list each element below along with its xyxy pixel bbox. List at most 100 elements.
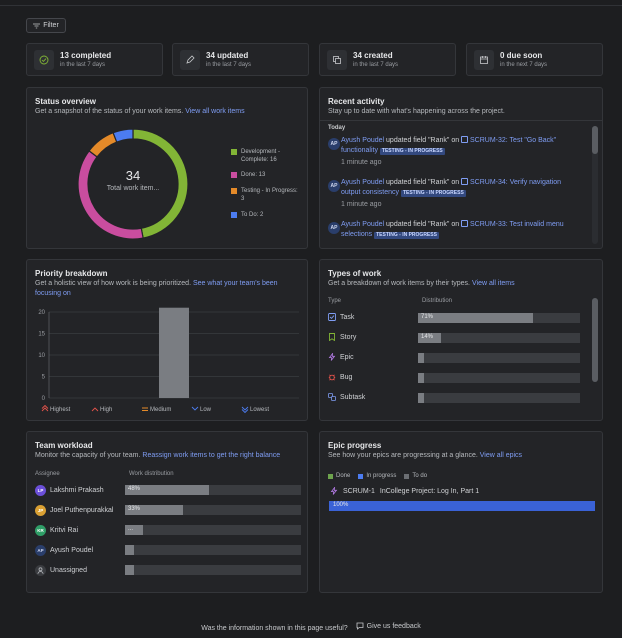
view-all-epics-link[interactable]: View all epics (480, 452, 522, 459)
donut-total-label: Total work item... (106, 185, 160, 192)
card-subtitle: See how your epics are progressing at a … (328, 452, 523, 459)
type-row-epic[interactable]: Epic (328, 353, 354, 361)
distribution-percent: 71% (421, 314, 434, 320)
card-title: Epic progress (328, 441, 382, 450)
y-tick-label: 10 (38, 353, 45, 359)
issue-type-icon (461, 178, 469, 185)
y-tick-label: 20 (38, 310, 45, 316)
priority-breakdown-card: Priority breakdown Get a holistic view o… (26, 259, 308, 421)
assignee-row[interactable]: Unassigned (35, 565, 87, 576)
pencil-icon (186, 54, 195, 64)
assignee-row[interactable]: KR Kritvi Rai (35, 525, 78, 536)
activity-text: Ayush Poudel updated field "Rank" on SCR… (341, 178, 562, 197)
scrollbar-thumb[interactable] (592, 126, 598, 154)
avatar: LP (35, 485, 46, 496)
feedback-icon (356, 622, 364, 630)
feedback-question: Was the information shown in this page u… (201, 625, 348, 632)
epic-legend: Done In progress To do (328, 473, 427, 479)
workload-bar: 33% (125, 505, 301, 515)
card-subtitle: Get a snapshot of the status of your wor… (35, 108, 245, 115)
distribution-bar-fill (418, 313, 534, 323)
epic-progress-card: Epic progress See how your epics are pro… (319, 431, 603, 593)
type-row-subtask[interactable]: Subtask (328, 393, 365, 401)
y-tick-label: 0 (42, 396, 46, 402)
card-title: Types of work (328, 269, 382, 278)
issue-type-icon (461, 136, 469, 143)
legend-swatch (231, 149, 237, 155)
legend-item: To do (404, 473, 427, 479)
type-row-bug[interactable]: Bug (328, 373, 352, 381)
issue-type-icon (461, 220, 469, 227)
donut-total-value: 34 (125, 168, 141, 183)
workload-bar: 48% (125, 485, 301, 495)
activity-scrollbar[interactable] (592, 126, 598, 244)
user-link[interactable]: Ayush Poudel (341, 221, 384, 228)
stat-title: 34 created (353, 51, 393, 60)
workload-bar-fill (125, 545, 134, 555)
card-title: Status overview (35, 97, 96, 106)
types-scrollbar[interactable] (592, 298, 598, 382)
priority-highest-icon (41, 404, 49, 412)
reassign-link[interactable]: Reassign work items to get the right bal… (142, 452, 280, 459)
card-subtitle: Get a holistic view of how work is being… (35, 280, 278, 297)
filter-label: Filter (43, 22, 59, 29)
assignee-row[interactable]: AP Ayush Poudel (35, 545, 93, 556)
status-badge: TESTING - IN PROGRESS (374, 232, 439, 239)
copy-icon (333, 55, 341, 64)
user-link[interactable]: Ayush Poudel (341, 137, 384, 144)
bug-icon (328, 374, 336, 381)
assignee-name: Kritvi Rai (50, 527, 79, 534)
status-badge: TESTING - IN PROGRESS (400, 190, 466, 197)
stat-updated[interactable]: 34 updated in the last 7 days (172, 43, 309, 76)
legend-swatch (328, 473, 333, 479)
assignee-row[interactable]: LP Lakshmi Prakash (35, 485, 104, 496)
stat-completed[interactable]: 13 completed in the last 7 days (26, 43, 163, 76)
story-icon (329, 333, 335, 341)
activity-time: 1 minute ago (341, 201, 382, 208)
legend-item: Development - Complete: 16 (231, 148, 301, 164)
assignee-row[interactable]: JP Joel Puthenpurakkal (35, 505, 113, 516)
type-row-task[interactable]: Task (328, 313, 354, 321)
recent-activity-card: Recent activity Stay up to date with wha… (319, 87, 603, 249)
avatar: AP (35, 545, 46, 556)
group-label: Today (328, 125, 346, 131)
view-all-work-items-link[interactable]: View all work items (185, 108, 244, 115)
donut-slice-testing-in-progress[interactable] (88, 131, 118, 158)
x-tick-label: High (100, 407, 112, 413)
stat-title: 0 due soon (500, 51, 543, 60)
assignee-name: Joel Puthenpurakkal (50, 507, 114, 514)
stat-title: 34 updated (206, 51, 249, 60)
distribution-bar-subtask (418, 393, 580, 403)
stat-due-soon[interactable]: 0 due soon in the next 7 days (466, 43, 603, 76)
legend-item: Done: 13 (231, 171, 301, 179)
stat-created[interactable]: 34 created in the last 7 days (319, 43, 456, 76)
type-label: Task (340, 313, 355, 321)
workload-percent: 33% (128, 506, 141, 512)
distribution-percent: 14% (421, 334, 434, 340)
scrollbar-thumb[interactable] (592, 298, 598, 382)
filter-button[interactable]: Filter (26, 18, 66, 33)
avatar: AP (328, 222, 340, 234)
type-row-story[interactable]: Story (328, 333, 356, 341)
assignee-name: Unassigned (50, 567, 87, 574)
subtask-icon (328, 393, 336, 401)
workload-percent: ... (128, 526, 134, 532)
column-header-distribution: Distribution (422, 298, 453, 304)
legend-swatch (404, 473, 410, 479)
donut-slice-done[interactable] (77, 150, 144, 240)
epic-row[interactable]: SCRUM-1 InCollege Project: Log In, Part … (330, 487, 479, 495)
legend-swatch (231, 188, 237, 194)
legend-swatch (358, 473, 364, 479)
priority-bar-chart: 0 5 10 15 20 Highest High Medium Low Lowest (38, 307, 299, 414)
bar-medium[interactable] (159, 307, 189, 398)
column-header-assignee: Assignee (35, 471, 60, 477)
workload-bar-fill (125, 565, 134, 575)
stat-subtitle: in the last 7 days (353, 62, 399, 68)
card-title: Recent activity (328, 97, 385, 106)
user-link[interactable]: Ayush Poudel (341, 179, 384, 186)
avatar: KR (35, 525, 46, 536)
donut-slice-to-do[interactable] (112, 128, 134, 143)
view-all-items-link[interactable]: View all items (472, 280, 515, 287)
team-workload-card: Team workload Monitor the capacity of yo… (26, 431, 308, 593)
give-feedback-link[interactable]: Give us feedback (356, 622, 421, 630)
